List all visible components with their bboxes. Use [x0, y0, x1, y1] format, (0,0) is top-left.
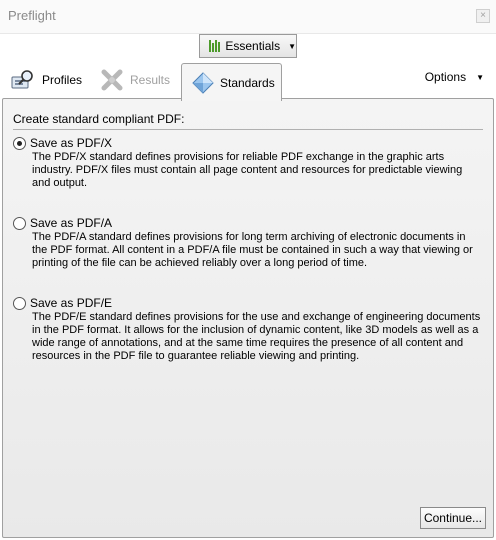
essentials-dropdown[interactable]: Essentials ▼: [199, 34, 297, 58]
pdfx-description: The PDF/X standard defines provisions fo…: [32, 151, 463, 189]
results-icon: [101, 69, 123, 91]
window-title: Preflight: [8, 8, 56, 23]
essentials-label: Essentials: [225, 39, 281, 53]
tab-results[interactable]: Results: [100, 62, 170, 98]
pdfa-label[interactable]: Save as PDF/A: [30, 216, 112, 230]
chevron-down-icon: ▼: [288, 41, 296, 51]
tab-profiles[interactable]: Profiles: [10, 62, 82, 98]
standards-panel: Create standard compliant PDF: Save as P…: [2, 98, 494, 538]
diamond-standards-icon: [192, 71, 214, 94]
close-icon[interactable]: ×: [476, 9, 490, 23]
options-menu[interactable]: Options ▼: [425, 70, 484, 84]
tab-results-label: Results: [130, 73, 171, 87]
tab-profiles-label: Profiles: [42, 73, 83, 87]
pdfe-description: The PDF/E standard defines provisions fo…: [32, 311, 481, 362]
continue-button[interactable]: Continue...: [420, 507, 486, 529]
option-pdfx: Save as PDF/X The PDF/X standard defines…: [13, 136, 483, 190]
pdfe-label[interactable]: Save as PDF/E: [30, 296, 112, 310]
title-bar: Preflight ×: [0, 0, 496, 34]
pdfa-description: The PDF/A standard defines provisions fo…: [32, 231, 473, 269]
magnifier-profiles-icon: [11, 70, 33, 89]
essentials-icon: [209, 40, 220, 52]
chevron-down-icon: ▼: [476, 72, 484, 82]
tab-standards[interactable]: Standards: [181, 63, 282, 101]
pdfx-radio[interactable]: [13, 136, 26, 150]
option-pdfe: Save as PDF/E The PDF/E standard defines…: [13, 296, 483, 363]
tab-standards-label: Standards: [220, 75, 275, 90]
pdfe-radio[interactable]: [13, 296, 26, 310]
options-label: Options: [424, 70, 467, 84]
tab-bar: Profiles Results Standards Options ▼: [0, 60, 496, 101]
divider: [13, 129, 483, 130]
panel-heading: Create standard compliant PDF:: [13, 112, 185, 126]
option-pdfa: Save as PDF/A The PDF/A standard defines…: [13, 216, 483, 270]
pdfx-label[interactable]: Save as PDF/X: [30, 136, 112, 150]
pdfa-radio[interactable]: [13, 216, 26, 230]
